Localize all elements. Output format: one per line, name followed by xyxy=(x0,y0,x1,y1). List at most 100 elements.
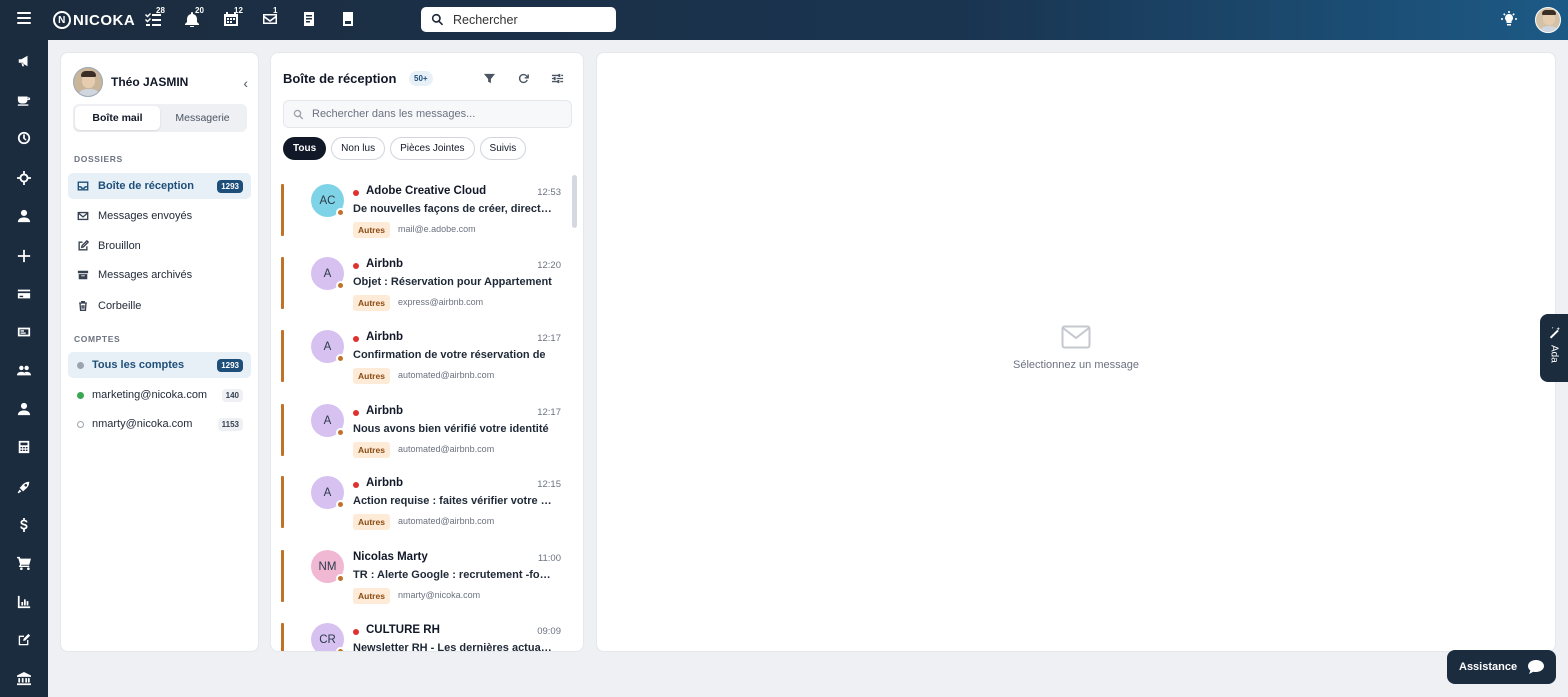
dashboard-icon[interactable] xyxy=(0,124,48,152)
account-all[interactable]: Tous les comptes 1293 xyxy=(68,352,251,378)
team-icon[interactable] xyxy=(0,357,48,385)
message-row[interactable]: A Airbnb 12:17 Nous avons bien vérifié votr… xyxy=(281,400,561,466)
message-row[interactable]: NM Nicolas Marty 11:00 TR : Alerte Google :… xyxy=(281,546,561,612)
calculator-icon[interactable] xyxy=(0,433,48,461)
status-dot xyxy=(336,281,345,290)
sender-initials: A xyxy=(323,267,332,280)
avatar xyxy=(73,67,103,97)
sender-initials: A xyxy=(323,340,332,353)
bulb-icon[interactable] xyxy=(1501,11,1519,29)
refresh-icon[interactable] xyxy=(517,72,531,86)
cart-icon[interactable] xyxy=(0,549,48,577)
sender-avatar: NM xyxy=(311,550,345,583)
sender-initials: AC xyxy=(319,194,336,207)
rocket-icon[interactable] xyxy=(0,473,48,501)
edit-icon[interactable] xyxy=(0,626,48,654)
assistance-button[interactable]: Assistance xyxy=(1447,650,1556,684)
sender-address: nmarty@nicoka.com xyxy=(398,590,481,600)
filter-chip-non-lus[interactable]: Non lus xyxy=(331,137,386,160)
unread-dot xyxy=(353,410,359,416)
category-tag[interactable]: Autres xyxy=(353,368,390,384)
sender-avatar: A xyxy=(311,404,345,437)
filter-chip-suivis[interactable]: Suivis xyxy=(479,137,527,160)
chart-icon[interactable] xyxy=(0,588,48,616)
status-dot xyxy=(336,500,345,509)
account-label: marketing@nicoka.com xyxy=(92,389,208,401)
folder-archived[interactable]: Messages archivés xyxy=(68,262,251,288)
mail-icon xyxy=(77,211,89,221)
sender-address: automated@airbnb.com xyxy=(398,370,495,380)
user-icon[interactable] xyxy=(0,202,48,230)
mail-badge: 1 xyxy=(273,6,278,15)
folder-drafts[interactable]: Brouillon xyxy=(68,233,251,259)
megaphone-icon[interactable] xyxy=(0,47,48,75)
app-name: NICOKA xyxy=(73,11,136,29)
filter-chip-tous[interactable]: Tous xyxy=(283,137,327,160)
filter-chip-pieces-jointes[interactable]: Pièces Jointes xyxy=(390,137,475,160)
unread-dot xyxy=(353,629,359,635)
sender-name: Adobe Creative Cloud xyxy=(366,185,487,197)
mail-icon[interactable]: 1 xyxy=(262,6,280,29)
inbox-title: Boîte de réception xyxy=(283,71,397,86)
message-preview-panel: Sélectionnez un message xyxy=(596,52,1556,652)
status-dot xyxy=(336,354,345,363)
folder-label: Corbeille xyxy=(98,300,142,312)
message-row[interactable]: A Airbnb 12:20 Objet : Réservation pour App… xyxy=(281,253,561,319)
message-row[interactable]: A Airbnb 12:17 Confirmation de votre réserv… xyxy=(281,326,561,392)
list-scrollbar[interactable] xyxy=(572,175,577,228)
category-tag[interactable]: Autres xyxy=(353,222,390,238)
id-card-icon[interactable] xyxy=(0,318,48,346)
coffee-icon[interactable] xyxy=(0,86,48,114)
account-marketing[interactable]: marketing@nicoka.com 140 xyxy=(68,382,251,408)
empty-state: Sélectionnez un message xyxy=(597,325,1555,371)
account-color-dot xyxy=(77,391,84,399)
folders-section-title: DOSSIERS xyxy=(74,154,123,164)
global-search-input[interactable]: Rechercher xyxy=(421,7,616,32)
user-row: Théo JASMIN ‹ xyxy=(73,67,248,97)
category-tag[interactable]: Autres xyxy=(353,442,390,458)
plus-icon[interactable] xyxy=(0,242,48,270)
filter-icon[interactable] xyxy=(483,72,497,86)
unread-accent-bar xyxy=(281,330,284,382)
settings-sliders-icon[interactable] xyxy=(551,72,565,86)
folder-trash[interactable]: Corbeille xyxy=(68,293,251,319)
bell-icon[interactable]: 20 xyxy=(184,6,204,29)
sender-name: Airbnb xyxy=(366,477,404,489)
tab-messagerie[interactable]: Messagerie xyxy=(160,106,245,130)
folder-inbox[interactable]: Boîte de réception 1293 xyxy=(68,173,251,199)
account-count: 1153 xyxy=(217,417,243,431)
sender-avatar: A xyxy=(311,330,345,363)
account-nmarty[interactable]: nmarty@nicoka.com 1153 xyxy=(68,411,251,437)
message-row[interactable]: CR CULTURE RH 09:09 Newsletter RH - Les der… xyxy=(281,619,561,651)
person-icon[interactable] xyxy=(0,395,48,423)
target-icon[interactable] xyxy=(0,164,48,192)
card-icon[interactable] xyxy=(0,280,48,308)
nicoka-logo[interactable]: N NICOKA xyxy=(53,10,135,30)
notes-icon[interactable] xyxy=(301,11,319,29)
sender-name: Airbnb xyxy=(366,405,404,417)
tasks-icon[interactable]: 28 xyxy=(145,6,165,29)
category-tag[interactable]: Autres xyxy=(353,295,390,311)
category-tag[interactable]: Autres xyxy=(353,588,390,604)
tab-boite-mail[interactable]: Boîte mail xyxy=(75,106,160,130)
document-icon[interactable] xyxy=(340,11,358,29)
folder-sent[interactable]: Messages envoyés xyxy=(68,203,251,229)
bank-icon[interactable] xyxy=(0,665,48,693)
sender-initials: NM xyxy=(318,560,337,573)
message-row[interactable]: A Airbnb 12:15 Action requise : faites véri… xyxy=(281,472,561,538)
dollar-icon[interactable] xyxy=(0,511,48,539)
message-search-input[interactable]: Rechercher dans les messages... xyxy=(283,100,572,128)
collapse-chevron-icon[interactable]: ‹ xyxy=(243,75,248,91)
ada-side-tab[interactable]: Ada xyxy=(1540,314,1568,382)
sender-address: mail@e.adobe.com xyxy=(398,224,476,234)
account-color-dot xyxy=(77,361,84,369)
calendar-icon[interactable]: 12 xyxy=(223,6,243,29)
menu-icon[interactable] xyxy=(17,12,31,26)
category-tag[interactable]: Autres xyxy=(353,514,390,530)
message-row[interactable]: AC Adobe Creative Cloud 12:53 De nouvelles … xyxy=(281,180,561,246)
sender-avatar: CR xyxy=(311,623,345,651)
message-subject: Action requise : faites vérifier votre i… xyxy=(353,495,553,507)
status-dot xyxy=(336,208,345,217)
sender-address: automated@airbnb.com xyxy=(398,444,495,454)
user-avatar[interactable] xyxy=(1535,7,1561,33)
